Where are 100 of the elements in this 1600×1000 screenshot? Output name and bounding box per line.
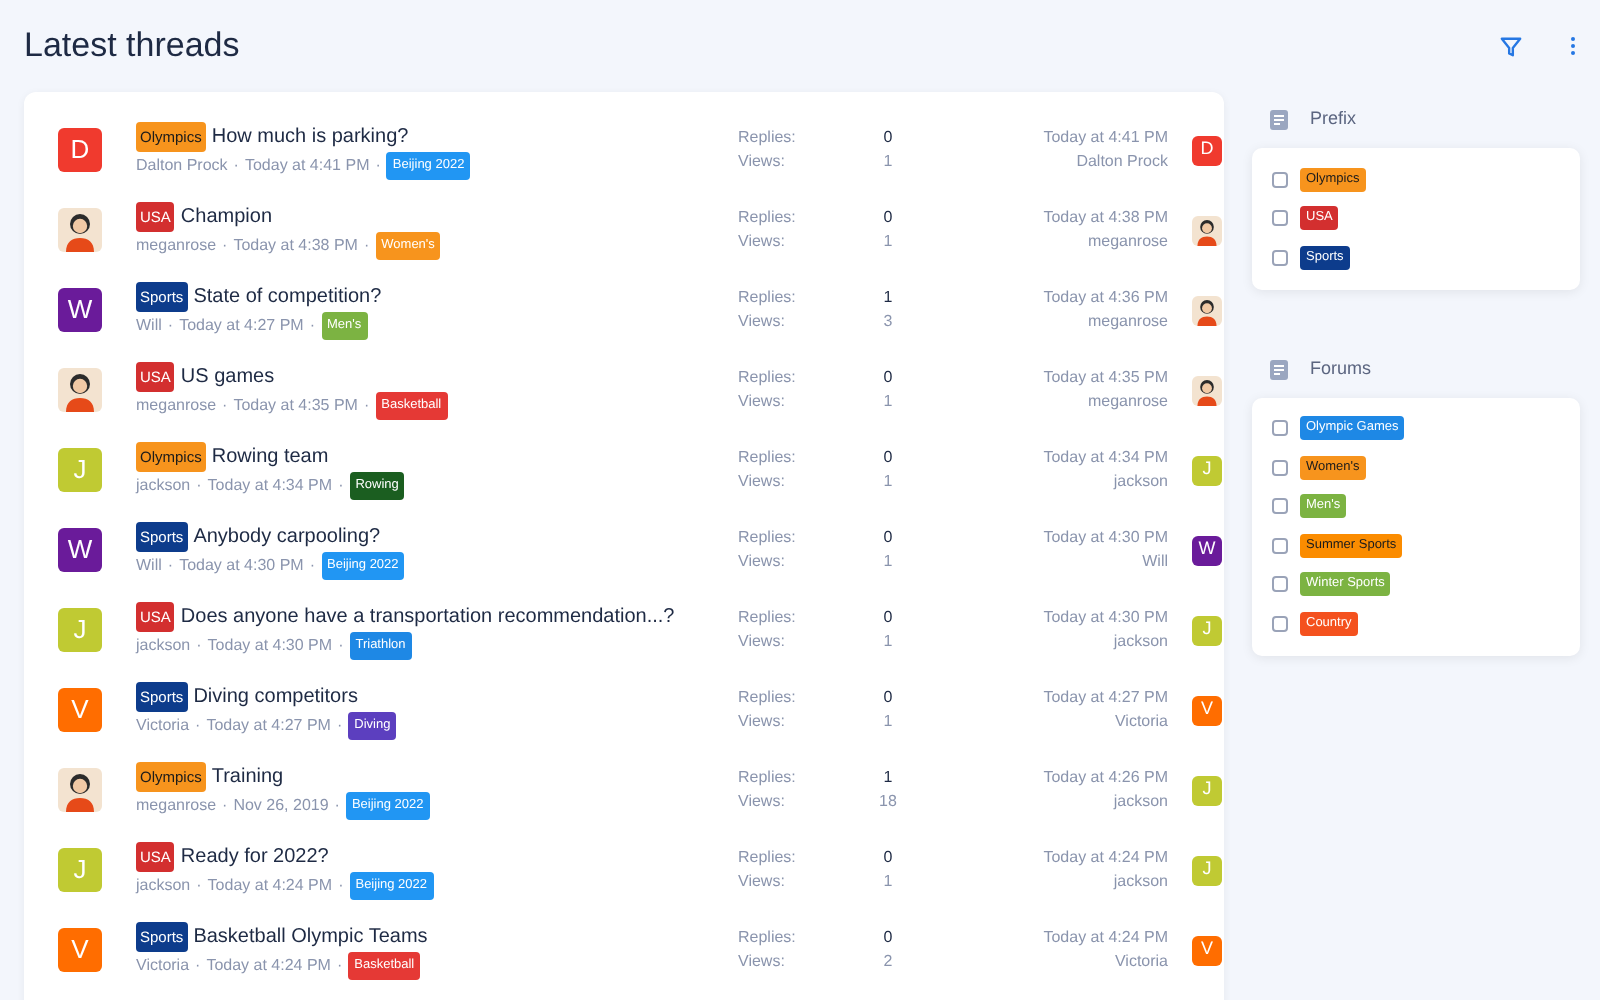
user-avatar[interactable]: [1192, 215, 1222, 245]
last-post-time[interactable]: Today at 4:41 PM: [908, 126, 1168, 150]
checkbox[interactable]: [1272, 498, 1288, 515]
author-name[interactable]: jackson: [136, 873, 191, 897]
checkbox[interactable]: [1272, 420, 1288, 437]
author-name[interactable]: meganrose: [136, 793, 217, 817]
last-post-time[interactable]: Today at 4:36 PM: [908, 286, 1168, 310]
thread-date: Today at 4:30 PM: [207, 633, 333, 657]
user-avatar[interactable]: D: [1192, 135, 1222, 165]
stat-label: Views:: [738, 230, 787, 254]
thread-title-link[interactable]: Ready for 2022?: [180, 843, 329, 869]
last-post-time[interactable]: Today at 4:30 PM: [908, 606, 1168, 630]
thread-date: Today at 4:27 PM: [206, 713, 331, 737]
last-poster-name[interactable]: jackson: [908, 630, 1168, 654]
user-avatar[interactable]: W: [58, 528, 102, 572]
user-avatar[interactable]: W: [58, 288, 102, 332]
stat-label: Views:: [738, 390, 787, 414]
checkbox[interactable]: [1272, 537, 1288, 554]
thread-title-link[interactable]: Training: [211, 763, 284, 789]
checkbox[interactable]: [1272, 171, 1288, 188]
last-post-time[interactable]: Today at 4:38 PM: [908, 206, 1168, 230]
separator: ·: [309, 313, 315, 337]
last-poster-name[interactable]: meganrose: [908, 310, 1168, 334]
user-avatar[interactable]: V: [58, 928, 102, 972]
filter-icon[interactable]: [1500, 35, 1522, 57]
author-name[interactable]: meganrose: [136, 233, 217, 257]
author-name[interactable]: Will: [136, 313, 162, 337]
last-poster-name[interactable]: jackson: [908, 870, 1168, 894]
last-poster-name[interactable]: Victoria: [908, 950, 1168, 974]
author-name[interactable]: Will: [136, 553, 162, 577]
thread-title-link[interactable]: Rowing team: [211, 443, 329, 469]
author-name[interactable]: Victoria: [136, 953, 190, 977]
last-post-time[interactable]: Today at 4:34 PM: [908, 446, 1168, 470]
user-avatar[interactable]: D: [58, 128, 102, 172]
last-poster-name[interactable]: Victoria: [908, 710, 1168, 734]
user-avatar[interactable]: J: [1192, 775, 1222, 805]
last-poster-name[interactable]: meganrose: [908, 390, 1168, 414]
thread-title-link[interactable]: Diving competitors: [193, 683, 358, 709]
last-post-time[interactable]: Today at 4:24 PM: [908, 846, 1168, 870]
views-count: 1: [881, 470, 895, 494]
user-avatar[interactable]: [58, 368, 102, 412]
separator: ·: [338, 633, 344, 657]
views-count: 1: [881, 710, 895, 734]
checkbox[interactable]: [1272, 210, 1288, 227]
last-poster-name[interactable]: jackson: [908, 470, 1168, 494]
checkbox[interactable]: [1272, 459, 1288, 476]
user-avatar[interactable]: W: [1192, 535, 1222, 565]
user-avatar[interactable]: [58, 208, 102, 252]
replies-count: 0: [881, 926, 895, 950]
thread-title-link[interactable]: Does anyone have a transportation recommendation...?: [180, 603, 675, 629]
views-count: 3: [881, 310, 895, 334]
user-avatar[interactable]: [1192, 375, 1222, 405]
last-post-time[interactable]: Today at 4:24 PM: [908, 926, 1168, 950]
thread-title-link[interactable]: State of competition?: [193, 283, 382, 309]
views-count: 1: [881, 550, 895, 574]
author-name[interactable]: jackson: [136, 473, 191, 497]
user-avatar[interactable]: V: [58, 688, 102, 732]
user-avatar[interactable]: V: [1192, 695, 1222, 725]
user-avatar[interactable]: V: [1192, 935, 1222, 965]
author-name[interactable]: meganrose: [136, 393, 217, 417]
thread-title-link[interactable]: Champion: [180, 203, 273, 229]
user-avatar[interactable]: J: [1192, 615, 1222, 645]
more-options-icon[interactable]: [1570, 36, 1576, 56]
views-count: 1: [881, 230, 895, 254]
checkbox[interactable]: [1272, 576, 1288, 593]
last-post-time[interactable]: Today at 4:35 PM: [908, 366, 1168, 390]
thread-title-link[interactable]: How much is parking?: [211, 123, 409, 149]
last-poster-name[interactable]: Dalton Prock: [908, 150, 1168, 174]
last-post-time[interactable]: Today at 4:27 PM: [908, 686, 1168, 710]
user-avatar[interactable]: [58, 768, 102, 812]
user-avatar[interactable]: [1192, 295, 1222, 325]
user-avatar[interactable]: J: [58, 448, 102, 492]
stat-label: Replies:: [738, 766, 798, 790]
stat-label: Views:: [738, 870, 787, 894]
checkbox[interactable]: [1272, 615, 1288, 632]
thread-title-link[interactable]: Basketball Olympic Teams: [193, 923, 428, 949]
thread-title-link[interactable]: Anybody carpooling?: [193, 523, 381, 549]
list-icon: [1270, 359, 1288, 379]
user-avatar[interactable]: J: [58, 848, 102, 892]
author-name[interactable]: Victoria: [136, 713, 190, 737]
thread-date: Today at 4:24 PM: [207, 873, 333, 897]
user-avatar[interactable]: J: [1192, 855, 1222, 885]
user-avatar[interactable]: J: [58, 608, 102, 652]
last-poster-name[interactable]: meganrose: [908, 230, 1168, 254]
last-post-time[interactable]: Today at 4:26 PM: [908, 766, 1168, 790]
last-poster-name[interactable]: Will: [908, 550, 1168, 574]
stat-label: Replies:: [738, 926, 798, 950]
stat-label: Views:: [738, 630, 787, 654]
last-poster-name[interactable]: jackson: [908, 790, 1168, 814]
separator: ·: [338, 873, 344, 897]
author-name[interactable]: jackson: [136, 633, 191, 657]
stat-label: Views:: [738, 710, 787, 734]
author-name[interactable]: Dalton Prock: [136, 153, 228, 177]
thread-title-link[interactable]: US games: [180, 363, 275, 389]
separator: ·: [222, 393, 228, 417]
user-avatar[interactable]: J: [1192, 455, 1222, 485]
views-count: 1: [881, 630, 895, 654]
checkbox[interactable]: [1272, 249, 1288, 266]
last-post-time[interactable]: Today at 4:30 PM: [908, 526, 1168, 550]
separator: ·: [336, 713, 343, 737]
